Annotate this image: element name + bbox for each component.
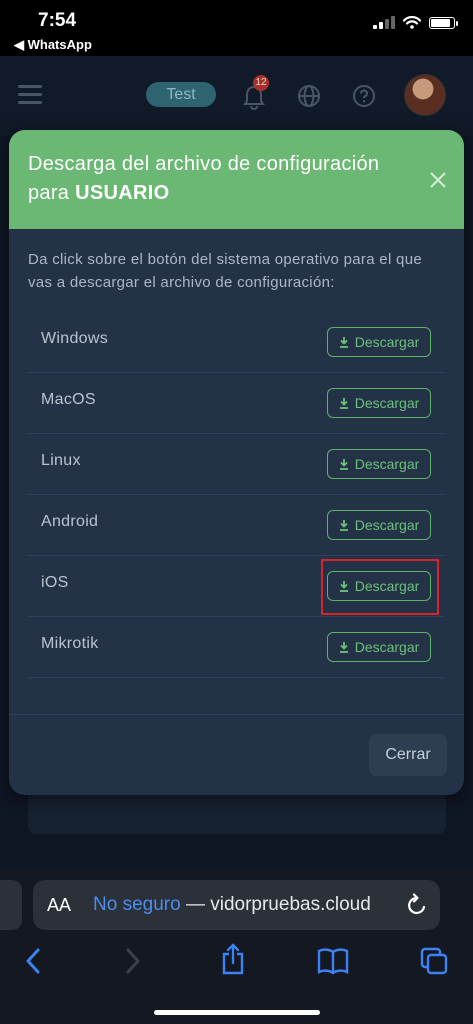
modal-footer-divider xyxy=(9,714,464,715)
reader-settings-button[interactable]: AA xyxy=(47,895,71,916)
download-label: Descargar xyxy=(354,456,420,472)
url-text[interactable]: No seguro — vidorpruebas.cloud xyxy=(93,894,371,916)
status-time: 7:54 xyxy=(38,10,77,31)
download-icon xyxy=(339,519,348,531)
safari-bottom-bar: AA No seguro — vidorpruebas.cloud xyxy=(0,868,473,1024)
back-to-app-link[interactable]: ◀ WhatsApp xyxy=(14,37,92,53)
download-windows-button[interactable]: Descargar xyxy=(327,327,431,357)
close-icon[interactable] xyxy=(426,168,450,192)
download-label: Descargar xyxy=(354,517,420,533)
download-icon xyxy=(339,458,348,470)
safari-toolbar xyxy=(0,943,473,983)
reload-icon[interactable] xyxy=(406,893,428,917)
modal-intro-text: Da click sobre el botón del sistema oper… xyxy=(28,251,422,291)
modal-title-prefix: para xyxy=(28,182,70,204)
download-mikrotik-button[interactable]: Descargar xyxy=(327,632,431,662)
modal-header: Descarga del archivo de configuración pa… xyxy=(9,130,464,229)
os-row-ios: iOS Descargar xyxy=(27,556,445,617)
os-name: Mikrotik xyxy=(41,635,99,652)
download-icon xyxy=(339,397,348,409)
globe-icon[interactable] xyxy=(297,84,321,108)
os-row-android: Android Descargar xyxy=(27,495,445,556)
modal-title-line1: Descarga del archivo de configuración xyxy=(28,153,380,175)
previous-tab-preview[interactable] xyxy=(0,880,22,930)
url-host: vidorpruebas.cloud xyxy=(210,894,371,915)
os-name: MacOS xyxy=(41,391,96,408)
download-ios-button[interactable]: Descargar xyxy=(327,571,431,601)
close-modal-button[interactable]: Cerrar xyxy=(369,734,447,776)
tabs-icon[interactable] xyxy=(420,947,448,975)
status-bar: 7:54 ◀ WhatsApp xyxy=(0,0,473,56)
download-config-modal: Descarga del archivo de configuración pa… xyxy=(9,130,464,795)
download-linux-button[interactable]: Descargar xyxy=(327,449,431,479)
url-separator: — xyxy=(180,894,211,915)
download-icon xyxy=(339,580,348,592)
modal-title: Descarga del archivo de configuración pa… xyxy=(28,150,408,208)
download-icon xyxy=(339,641,348,653)
modal-title-user: USUARIO xyxy=(75,182,170,204)
os-name: Windows xyxy=(41,330,109,347)
os-name: Linux xyxy=(41,452,81,469)
bookmarks-icon[interactable] xyxy=(317,947,349,975)
hamburger-menu-icon[interactable] xyxy=(18,85,42,109)
share-icon[interactable] xyxy=(220,943,246,975)
os-name: Android xyxy=(41,513,99,530)
os-row-linux: Linux Descargar xyxy=(27,434,445,495)
os-list: Windows Descargar MacOS Descargar Linux … xyxy=(27,312,445,678)
aa-label: AA xyxy=(47,895,72,915)
os-row-windows: Windows Descargar xyxy=(27,312,445,373)
help-icon[interactable] xyxy=(352,84,376,108)
download-label: Descargar xyxy=(354,395,420,411)
status-icons xyxy=(373,16,458,29)
test-badge: Test xyxy=(146,82,216,107)
battery-icon xyxy=(429,17,458,29)
wifi-icon xyxy=(403,16,421,29)
download-label: Descargar xyxy=(354,578,420,594)
notification-count-badge: 12 xyxy=(253,75,269,91)
os-row-macos: MacOS Descargar xyxy=(27,373,445,434)
os-row-mikrotik: Mikrotik Descargar xyxy=(27,617,445,678)
os-name: iOS xyxy=(41,574,69,591)
home-indicator xyxy=(154,1010,320,1015)
forward-arrow-icon[interactable] xyxy=(124,947,142,975)
download-label: Descargar xyxy=(354,334,420,350)
download-label: Descargar xyxy=(354,639,420,655)
back-arrow-icon[interactable] xyxy=(24,947,42,975)
cellular-signal-icon xyxy=(373,16,395,29)
not-secure-label: No seguro xyxy=(93,894,181,915)
download-macos-button[interactable]: Descargar xyxy=(327,388,431,418)
app-header: Test 12 xyxy=(0,56,473,136)
download-android-button[interactable]: Descargar xyxy=(327,510,431,540)
address-bar[interactable]: AA No seguro — vidorpruebas.cloud xyxy=(33,880,440,930)
download-icon xyxy=(339,336,348,348)
user-avatar[interactable] xyxy=(404,74,446,116)
